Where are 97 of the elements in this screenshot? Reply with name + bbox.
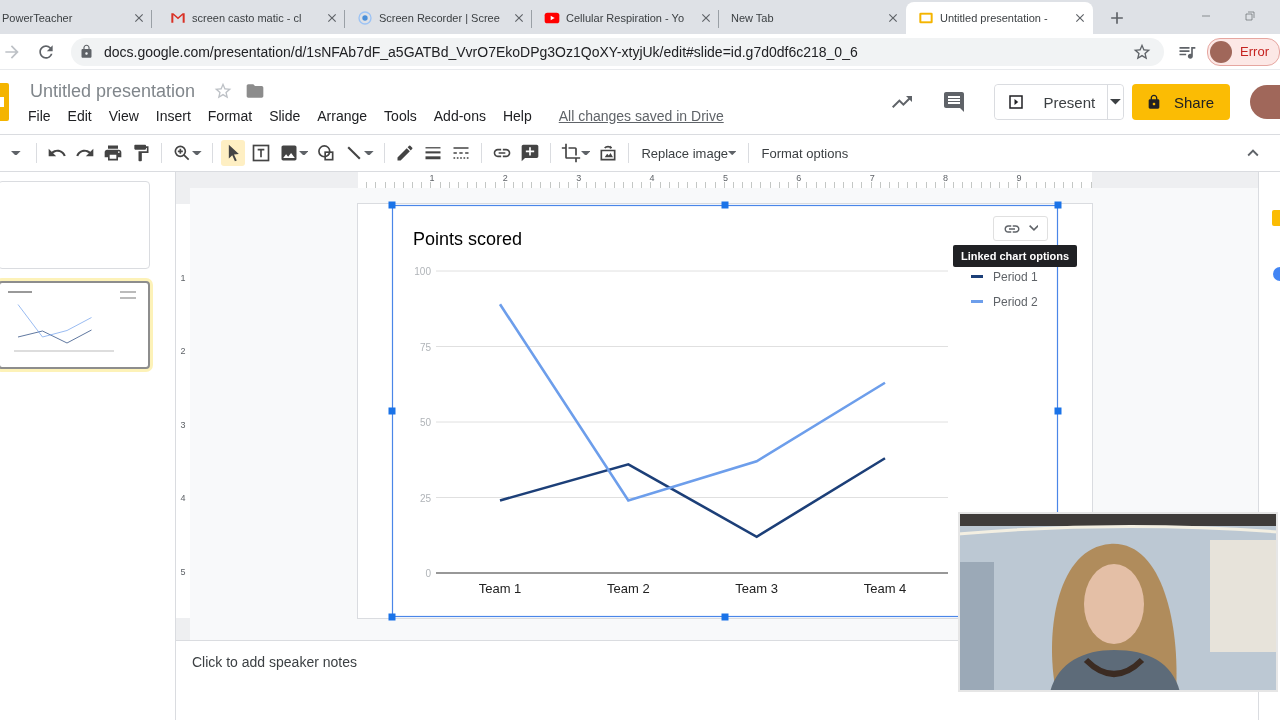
axis-label: Team 2 bbox=[607, 581, 650, 596]
comment-icon[interactable] bbox=[942, 90, 967, 114]
ruler-number: 7 bbox=[869, 172, 875, 184]
menu-item[interactable]: Arrange bbox=[317, 107, 378, 124]
menu-item[interactable]: View bbox=[108, 107, 149, 124]
add-comment-icon bbox=[519, 143, 540, 163]
caret-icon bbox=[1110, 99, 1121, 105]
thumbnail-title-line bbox=[8, 291, 32, 293]
close-icon[interactable] bbox=[132, 11, 146, 25]
ruler-number: 4 bbox=[180, 493, 186, 504]
print-icon bbox=[103, 143, 123, 163]
ruler-number: 5 bbox=[722, 172, 728, 184]
share-button[interactable]: Share bbox=[1131, 84, 1230, 120]
lock-icon bbox=[79, 44, 94, 59]
ruler-number: 4 bbox=[649, 172, 655, 184]
reset-image-icon bbox=[598, 143, 619, 163]
text-box-icon bbox=[250, 143, 271, 163]
caret-icon bbox=[728, 150, 737, 156]
close-icon[interactable] bbox=[886, 11, 900, 25]
axis-tick-label: 50 bbox=[419, 417, 431, 428]
browser-tab[interactable]: screen casto matic - cl bbox=[158, 2, 345, 34]
present-button[interactable]: Present bbox=[995, 85, 1109, 119]
close-icon[interactable] bbox=[512, 11, 526, 25]
resize-handle[interactable] bbox=[388, 613, 396, 621]
ruler-number: 3 bbox=[576, 172, 582, 184]
axis-label: Team 1 bbox=[478, 581, 522, 596]
mail-icon bbox=[170, 10, 186, 26]
avatar-icon bbox=[1210, 40, 1233, 63]
axis-tick-label: 75 bbox=[419, 341, 431, 353]
folder-icon[interactable] bbox=[245, 81, 266, 101]
profile-button[interactable]: Error bbox=[1207, 37, 1280, 66]
menu-item[interactable]: Format bbox=[207, 107, 263, 124]
browser-tab[interactable]: Untitled presentation - bbox=[906, 2, 1093, 34]
menu-item[interactable]: Tools bbox=[384, 107, 427, 124]
ruler-number: 2 bbox=[180, 346, 186, 357]
menu-item[interactable]: File bbox=[28, 107, 61, 124]
ruler-number: 2 bbox=[502, 172, 508, 184]
linked-chart-button[interactable] bbox=[993, 216, 1048, 241]
present-menu-button[interactable] bbox=[1108, 85, 1123, 119]
close-icon[interactable] bbox=[699, 11, 713, 25]
browser-tab[interactable]: New Tab bbox=[719, 2, 906, 34]
address-field[interactable]: docs.google.com/presentation/d/1sNFAb7dF_a5GATBd_VvrO7EkoDPg3Oz1QoXY-xtyjUk/edit#slide=id.g7d0df6c218_0_6 bbox=[71, 37, 1165, 66]
caret-icon bbox=[298, 150, 309, 156]
resize-handle[interactable] bbox=[1054, 407, 1062, 415]
save-status-link[interactable]: All changes saved in Drive bbox=[558, 107, 724, 124]
replace-image-button[interactable]: Replace image bbox=[637, 140, 741, 166]
menu-item[interactable]: Insert bbox=[155, 107, 201, 124]
menu-item[interactable]: Edit bbox=[67, 107, 102, 124]
menu-item[interactable]: Help bbox=[502, 107, 542, 124]
resize-handle[interactable] bbox=[721, 613, 729, 621]
resize-handle[interactable] bbox=[388, 407, 396, 415]
browser-tab[interactable]: Screen Recorder | Scree bbox=[345, 2, 532, 34]
speaker-notes-field[interactable]: Click to add speaker notes bbox=[192, 654, 357, 670]
axis-label: Team 4 bbox=[863, 581, 907, 596]
chart-title: Points scored bbox=[413, 229, 523, 249]
ruler-number: 9 bbox=[1016, 172, 1022, 184]
zoom-in-icon bbox=[172, 143, 192, 163]
close-icon[interactable] bbox=[325, 11, 339, 25]
play-icon bbox=[544, 10, 560, 26]
resize-handle[interactable] bbox=[721, 201, 729, 209]
record-icon bbox=[357, 10, 373, 26]
menu-item[interactable]: Slide bbox=[269, 107, 311, 124]
ruler-number: 1 bbox=[429, 172, 435, 184]
avatar-icon[interactable] bbox=[1250, 85, 1280, 119]
crop-icon bbox=[560, 143, 581, 163]
ruler-number: 5 bbox=[180, 566, 186, 577]
axis-tick-label: 100 bbox=[414, 266, 431, 277]
paint-roller-icon bbox=[131, 143, 151, 163]
pointer-button[interactable] bbox=[220, 140, 245, 166]
legend-label: Period 1 bbox=[993, 270, 1038, 284]
legend-label: Period 2 bbox=[993, 295, 1038, 309]
axis-tick-label: 0 bbox=[425, 568, 431, 579]
shape-icon bbox=[316, 143, 337, 163]
caret-icon bbox=[580, 150, 591, 156]
slides-icon bbox=[918, 10, 934, 26]
ruler-number: 8 bbox=[943, 172, 949, 184]
caret-icon bbox=[192, 150, 202, 156]
browser-tab[interactable]: PowerTeacher bbox=[0, 2, 152, 34]
menu-item[interactable]: Add-ons bbox=[433, 107, 496, 124]
axis-tick-label: 25 bbox=[419, 492, 431, 504]
play-icon bbox=[1007, 93, 1026, 111]
axis-label: Team 3 bbox=[735, 581, 778, 596]
slide-thumbnail[interactable] bbox=[0, 281, 150, 369]
resize-handle[interactable] bbox=[388, 201, 396, 209]
caret-icon bbox=[364, 150, 374, 156]
close-icon[interactable] bbox=[1073, 11, 1087, 25]
caret-icon bbox=[11, 150, 21, 156]
chevron-down-icon bbox=[1028, 225, 1039, 232]
browser-tab[interactable]: Cellular Respiration - Yo bbox=[532, 2, 719, 34]
document-title[interactable]: Untitled presentation bbox=[30, 80, 196, 102]
tasks-icon[interactable] bbox=[1272, 266, 1280, 282]
resize-handle[interactable] bbox=[1054, 201, 1062, 209]
ruler-number: 1 bbox=[180, 272, 186, 283]
tooltip: Linked chart options bbox=[953, 245, 1078, 267]
ruler-number: 3 bbox=[180, 419, 186, 430]
format-options-button[interactable]: Format options bbox=[757, 140, 853, 166]
ruler-number: 6 bbox=[796, 172, 802, 184]
